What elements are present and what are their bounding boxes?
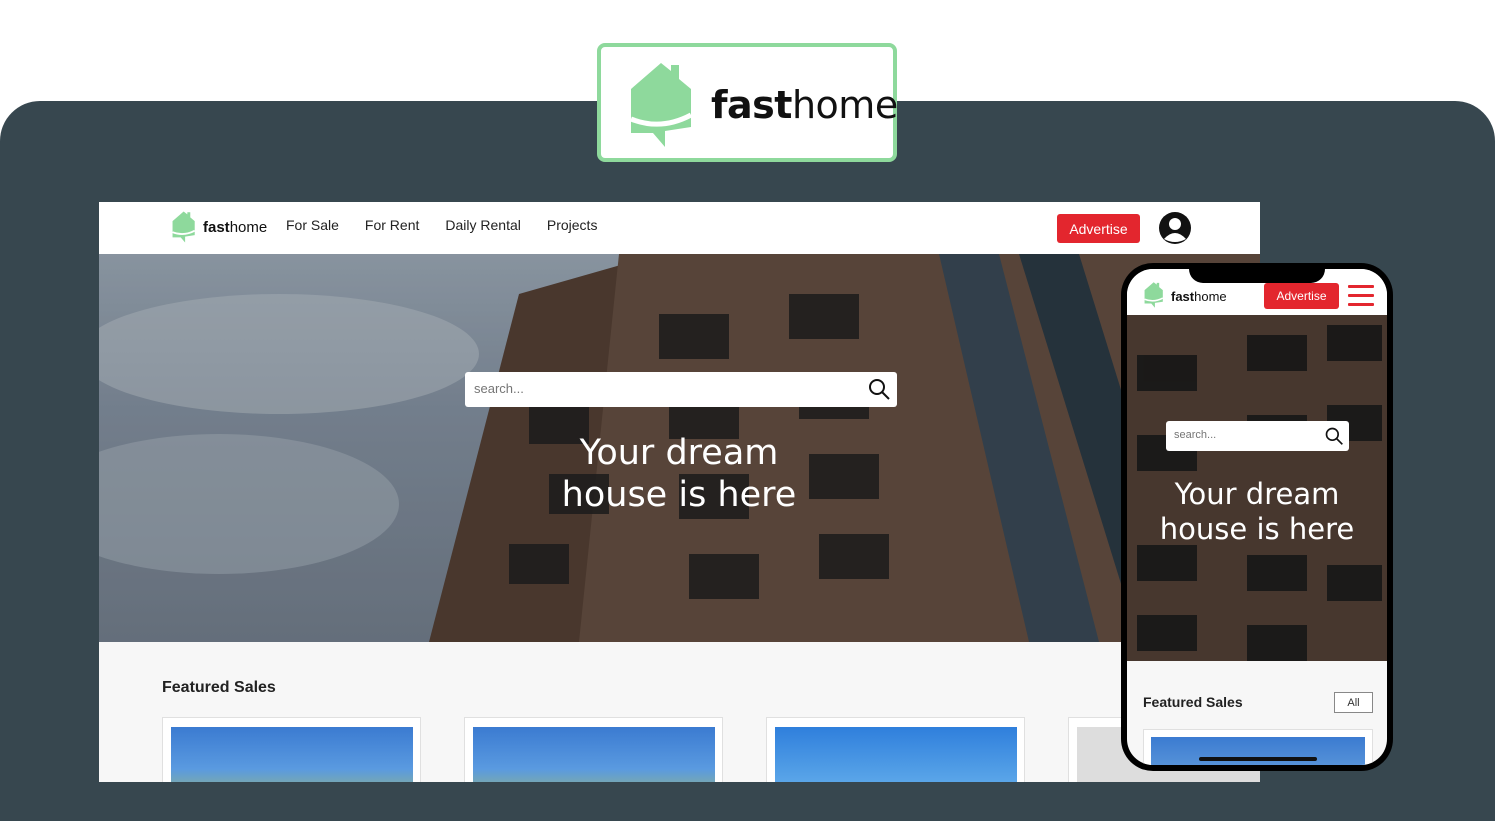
brand-wordmark: fasthome <box>711 83 898 127</box>
mobile-hero: Your dream house is here <box>1127 315 1387 661</box>
nav-for-sale[interactable]: For Sale <box>286 217 339 233</box>
advertise-button[interactable]: Advertise <box>1057 214 1140 243</box>
house-logo-icon <box>172 211 196 243</box>
desktop-menu: For Sale For Rent Daily Rental Projects <box>286 217 597 233</box>
nav-daily-rental[interactable]: Daily Rental <box>445 217 520 233</box>
featured-sales-heading: Featured Sales <box>162 679 276 696</box>
mobile-mockup: fasthome Advertise search... Your dream … <box>1121 263 1393 771</box>
brand-wordmark: fasthome <box>1171 289 1227 304</box>
desktop-mockup: fasthome For Sale For Rent Daily Rental … <box>99 202 1260 782</box>
user-avatar-icon[interactable] <box>1158 211 1192 245</box>
brand-light: home <box>791 83 898 127</box>
desktop-logo[interactable]: fasthome <box>171 210 271 246</box>
hero-title: Your dream house is here <box>539 432 819 516</box>
listing-photo <box>775 727 1017 782</box>
listing-photo <box>171 727 413 782</box>
home-indicator <box>1199 757 1317 761</box>
brand-bold: fast <box>711 83 792 127</box>
view-all-button[interactable]: All <box>1334 692 1373 713</box>
hero-title-line1: Your dream <box>579 433 779 473</box>
advertise-button[interactable]: Advertise <box>1264 283 1339 309</box>
listing-card[interactable] <box>464 717 723 782</box>
desktop-hero: Your dream house is here <box>99 254 1260 642</box>
search-icon[interactable] <box>867 377 891 401</box>
house-logo-icon <box>630 63 693 147</box>
desktop-search-bar <box>465 372 897 407</box>
phone-notch <box>1189 269 1325 283</box>
brand-light: home <box>229 219 268 236</box>
nav-projects[interactable]: Projects <box>547 217 598 233</box>
hero-title-line1: Your dream <box>1174 477 1340 511</box>
hero-title-line2: house is here <box>1159 511 1355 546</box>
brand-bold: fast <box>1171 289 1195 304</box>
brand-bold: fast <box>203 219 230 236</box>
listing-card[interactable] <box>766 717 1025 782</box>
hero-title: Your dream house is here <box>1147 477 1367 547</box>
featured-sales-heading: Featured Sales <box>1143 694 1243 710</box>
search-input[interactable] <box>474 381 854 396</box>
brand-logo-badge: fasthome <box>597 43 898 162</box>
listing-photo <box>473 727 715 782</box>
house-logo-icon <box>1144 282 1164 308</box>
search-input[interactable] <box>1174 429 1314 441</box>
brand-light: home <box>1194 289 1227 304</box>
desktop-navbar: fasthome For Sale For Rent Daily Rental … <box>99 202 1260 254</box>
hero-title-line2: house is here <box>561 475 797 515</box>
listing-card[interactable] <box>162 717 421 782</box>
mobile-search-bar <box>1166 421 1349 451</box>
nav-for-rent[interactable]: For Rent <box>365 217 419 233</box>
mobile-screen: fasthome Advertise search... Your dream … <box>1127 269 1387 765</box>
hamburger-menu-icon[interactable] <box>1348 285 1374 307</box>
search-icon[interactable] <box>1324 426 1344 446</box>
brand-wordmark: fasthome <box>203 219 267 236</box>
